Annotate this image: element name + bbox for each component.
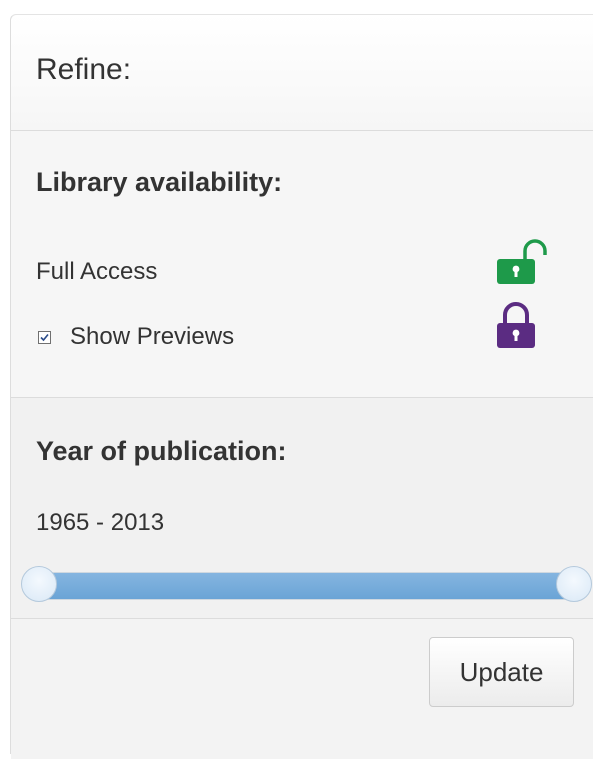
library-availability-title: Library availability: <box>36 167 283 197</box>
year-range-slider[interactable] <box>33 572 573 600</box>
refine-title: Refine: <box>36 53 132 86</box>
year-slider-start-handle[interactable] <box>21 566 57 602</box>
library-availability-section: Library availability: Full Access Show P… <box>11 131 593 398</box>
full-access-label: Full Access <box>36 258 158 285</box>
year-of-publication-title: Year of publication: <box>36 436 287 466</box>
year-of-publication-section: Year of publication: 1965 - 2013 <box>11 398 593 619</box>
update-button[interactable]: Update <box>429 637 574 707</box>
padlock-icon <box>495 301 555 356</box>
year-range-text: 1965 - 2013 <box>36 509 165 536</box>
refine-header: Refine: <box>11 15 593 131</box>
show-previews-checkbox[interactable] <box>38 330 51 344</box>
show-previews-label[interactable]: Show Previews <box>70 323 234 351</box>
refine-panel: Refine: Library availability: Full Acces… <box>10 14 593 759</box>
year-slider-end-handle[interactable] <box>556 566 592 602</box>
unlocked-padlock-icon <box>495 237 555 292</box>
refine-footer: Update <box>11 619 593 759</box>
year-range-slider-fill <box>34 573 572 599</box>
show-previews-option[interactable]: Show Previews <box>38 323 234 351</box>
